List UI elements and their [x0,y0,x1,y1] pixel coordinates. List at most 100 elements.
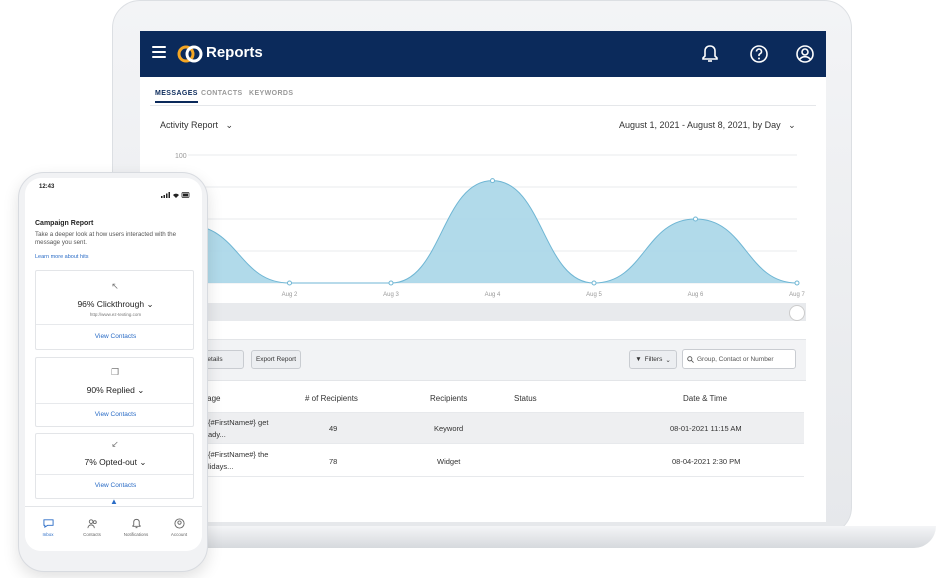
copy-icon: ❐ [110,367,120,377]
recipients-cell: Widget [437,457,461,466]
opted-out-stat-label: 7% Opted-out [84,457,137,467]
bell-icon[interactable] [699,43,721,65]
top-bar: Reports [140,31,826,77]
table-row[interactable]: {#FirstName#} the lidays... 78 Widget 08… [140,445,804,477]
laptop-screen: Reports MESSAGES CONTACTS KEYWORDS Activ… [140,31,826,522]
nav-inbox[interactable]: Inbox [28,518,68,537]
contacts-icon [86,519,97,529]
message-cell-line2: ady... [208,430,226,439]
arrow-icon: ↙ [111,439,119,449]
bell-icon [131,518,141,529]
datetime-cell: 08-04-2021 2:30 PM [672,457,741,466]
scroll-handle[interactable] [789,305,805,321]
chat-icon [42,519,54,529]
nav-inbox-label: Inbox [42,532,54,537]
report-toolbar: Delivery Details Export Report ▼ Filters… [140,339,806,381]
view-contacts-link[interactable]: View Contacts [36,333,195,340]
filters-button[interactable]: ▼ Filters ⌄ [629,350,677,369]
column-header-recipients: Recipients [430,394,468,403]
nav-contacts-label: Contacts [83,532,101,537]
card-divider [36,474,193,475]
date-range-label: August 1, 2021 - August 8, 2021, by Day [619,120,781,130]
data-point [287,280,292,286]
data-point [693,216,698,222]
card-divider [36,324,193,325]
nav-notifications-label: Notifications [123,532,149,537]
replied-card: ❐ 90% Replied ⌄ View Contacts [35,357,194,427]
opted-out-stat[interactable]: 7% Opted-out ⌄ [36,457,195,468]
brand-logo [177,45,203,63]
recipient-count-cell: 49 [329,424,338,433]
message-cell-line1: {#FirstName#} the [208,450,269,459]
chevron-down-icon: ⌄ [665,356,671,364]
datetime-cell: 08-01-2021 11:15 AM [670,424,742,433]
chevron-down-icon: ⌄ [139,457,147,467]
learn-more-link[interactable]: Learn more about hits [35,254,89,260]
x-tick-label: Aug 5 [586,292,602,298]
phone-screen: 12:43 Campaign Report Take a deeper look… [25,178,202,551]
recipients-cell: Keyword [434,424,464,433]
status-bar-time: 12:43 [39,184,55,190]
signal-battery-icon [161,192,190,198]
search-input[interactable]: Group, Contact or Number [682,349,796,369]
replied-stat-label: 90% Replied [86,385,135,395]
menu-icon[interactable] [152,46,166,58]
clickthrough-url: http://www.ez-texting.com [89,312,142,317]
report-select-label: Activity Report [160,120,219,130]
campaign-report-title: Campaign Report [35,220,94,227]
date-range-select[interactable]: August 1, 2021 - August 8, 2021, by Day … [619,120,796,131]
tab-contacts[interactable]: CONTACTS [201,90,243,101]
series-area [188,180,797,283]
clickthrough-stat[interactable]: 96% Clickthrough ⌄ [36,299,195,310]
table-row[interactable]: {#FirstName#} get ady... 49 Keyword 08-0… [140,412,804,444]
tab-messages[interactable]: MESSAGES [155,90,198,103]
data-point [591,280,597,286]
search-placeholder: Group, Contact or Number [697,355,774,363]
card-divider [36,403,193,404]
x-tick-label: Aug 2 [282,292,298,298]
recipient-count-cell: 78 [329,457,338,466]
warning-icon: ▲ [110,497,118,506]
chart-scrollbar[interactable] [140,303,806,321]
view-contacts-link[interactable]: View Contacts [36,411,195,418]
help-icon[interactable] [748,43,770,65]
view-contacts-link[interactable]: View Contacts [36,482,195,489]
x-tick-label: Aug 6 [688,292,704,298]
opted-out-card: ↙ 7% Opted-out ⌄ View Contacts [35,433,194,499]
page-title: Reports [206,44,263,61]
column-header-recipient-count: # of Recipients [305,394,358,403]
chevron-down-icon: ⌄ [225,120,234,130]
x-tick-label: Aug 4 [485,292,501,298]
clickthrough-stat-label: 96% Clickthrough [77,299,145,309]
chevron-down-icon: ⌄ [137,385,145,395]
user-icon[interactable] [794,43,816,65]
export-report-button[interactable]: Export Report [251,350,301,369]
chevron-down-icon: ⌄ [146,299,154,309]
y-tick-label: 100 [175,153,187,160]
clickthrough-card: ↖ 96% Clickthrough ⌄ http://www.ez-texti… [35,270,194,350]
data-point [490,178,495,184]
chevron-down-icon: ⌄ [788,120,796,130]
search-icon [687,356,694,363]
nav-contacts[interactable]: Contacts [72,518,112,537]
message-cell-line1: {#FirstName#} get [208,418,269,427]
data-point [388,280,394,286]
status-bar-icons [161,185,191,198]
tab-keywords[interactable]: KEYWORDS [249,90,293,101]
nav-account-label: Account [170,532,188,537]
replied-stat[interactable]: 90% Replied ⌄ [36,385,195,396]
activity-chart: 100 Aug 2 Aug 3 Aug 4 Aug 5 Aug 6 Aug 7 [175,153,805,298]
filter-icon: ▼ [635,356,642,363]
account-icon [173,518,185,529]
x-tick-label: Aug 7 [789,292,805,298]
column-header-status: Status [514,394,537,403]
filters-label: Filters [644,356,663,363]
nav-account[interactable]: Account [159,518,199,537]
report-select[interactable]: Activity Report ⌄ [160,120,233,131]
campaign-report-description: Take a deeper look at how users interact… [35,231,177,247]
tab-divider [150,105,816,106]
cursor-icon: ↖ [111,281,119,291]
column-header-date-time: Date & Time [683,394,728,403]
nav-notifications[interactable]: Notifications [116,518,156,537]
x-tick-label: Aug 3 [383,292,399,298]
